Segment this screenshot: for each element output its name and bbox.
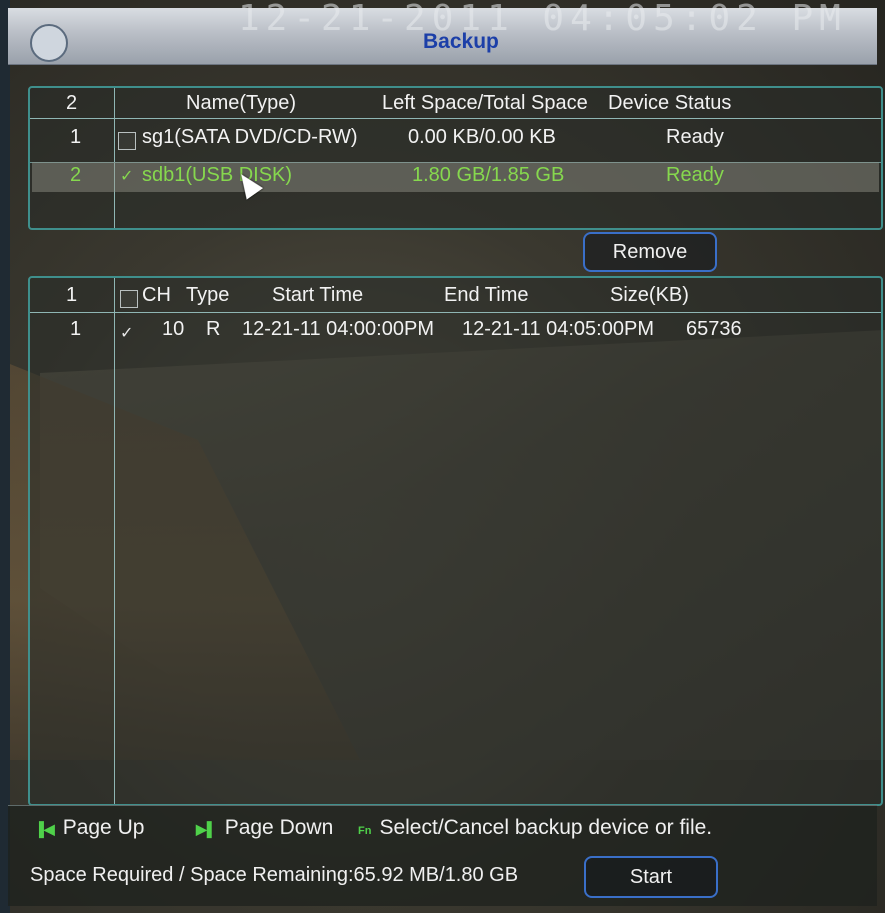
device-row-index: 2 bbox=[70, 164, 82, 186]
osd-timestamp: 12-21-2011 04:05:02 PM bbox=[238, 0, 847, 39]
device-space-header: Left Space/Total Space bbox=[382, 92, 588, 114]
screen-edge bbox=[0, 0, 10, 913]
device-space: 0.00 KB/0.00 KB bbox=[408, 126, 556, 148]
remove-button-label: Remove bbox=[612, 240, 688, 263]
start-button[interactable]: Start bbox=[584, 856, 718, 898]
device-status-header: Device Status bbox=[608, 92, 732, 114]
window-title: Backup bbox=[423, 30, 499, 53]
page-up-label: Page Up bbox=[62, 816, 145, 839]
device-count-header: 2 bbox=[66, 92, 78, 114]
file-size: 65736 bbox=[686, 318, 742, 340]
space-summary: Space Required / Space Remaining:65.92 M… bbox=[30, 864, 519, 886]
footer-bar: ▐◀ Page Up ▶▌ Page Down Fn Select/Cancel ba… bbox=[8, 805, 877, 906]
file-type: R bbox=[206, 318, 221, 340]
fn-hint: Fn Select/Cancel backup device or file. bbox=[358, 816, 712, 840]
remove-button[interactable]: Remove bbox=[583, 232, 717, 272]
page-down-label: Page Down bbox=[224, 816, 334, 839]
device-checkbox[interactable]: ✓ bbox=[118, 168, 136, 187]
checkmark-icon: ✓ bbox=[120, 168, 134, 185]
checkmark-icon: ✓ bbox=[120, 325, 134, 342]
file-table: 1 CH Type Start Time End Time Size(KB) 1… bbox=[28, 276, 883, 806]
select-all-checkbox[interactable] bbox=[120, 290, 138, 308]
file-ch: 10 bbox=[162, 318, 185, 340]
device-space: 1.80 GB/1.85 GB bbox=[412, 164, 565, 186]
file-end-time: 12-21-11 04:05:00PM bbox=[462, 318, 654, 340]
device-checkbox[interactable] bbox=[118, 132, 136, 150]
file-ch-header: CH bbox=[142, 284, 171, 306]
page-down-hint[interactable]: ▶▌ Page Down bbox=[196, 816, 333, 840]
device-name-header: Name(Type) bbox=[186, 92, 297, 114]
fn-hint-label: Select/Cancel backup device or file. bbox=[379, 816, 713, 839]
file-row-index: 1 bbox=[70, 318, 82, 340]
fn-key-icon: Fn bbox=[358, 825, 372, 837]
device-status: Ready bbox=[666, 164, 724, 186]
file-size-header: Size(KB) bbox=[610, 284, 689, 306]
file-start-time: 12-21-11 04:00:00PM bbox=[242, 318, 434, 340]
device-row-index: 1 bbox=[70, 126, 82, 148]
page-up-icon: ▐◀ bbox=[34, 821, 55, 837]
file-row[interactable]: 1 ✓ 10 R 12-21-11 04:00:00PM 12-21-11 04… bbox=[30, 316, 879, 348]
device-table: 2 Name(Type) Left Space/Total Space Devi… bbox=[28, 86, 883, 230]
device-name: sg1(SATA DVD/CD-RW) bbox=[142, 126, 358, 148]
device-row-selected[interactable]: 2 ✓ sdb1(USB DISK) 1.80 GB/1.85 GB Ready bbox=[30, 162, 879, 192]
device-status: Ready bbox=[666, 126, 724, 148]
file-start-header: Start Time bbox=[272, 284, 364, 306]
window-titlebar: 12-21-2011 04:05:02 PM Backup bbox=[8, 0, 877, 65]
page-down-icon: ▶▌ bbox=[196, 821, 217, 837]
file-checkbox[interactable]: ✓ bbox=[118, 325, 136, 344]
page-up-hint[interactable]: ▐◀ Page Up bbox=[34, 816, 144, 840]
app-logo-icon bbox=[30, 24, 68, 62]
file-end-header: End Time bbox=[444, 284, 529, 306]
device-row[interactable]: 1 sg1(SATA DVD/CD-RW) 0.00 KB/0.00 KB Re… bbox=[30, 124, 879, 156]
start-button-label: Start bbox=[629, 865, 673, 888]
file-count-header: 1 bbox=[66, 284, 78, 306]
device-name: sdb1(USB DISK) bbox=[142, 164, 293, 186]
file-type-header: Type bbox=[186, 284, 230, 306]
